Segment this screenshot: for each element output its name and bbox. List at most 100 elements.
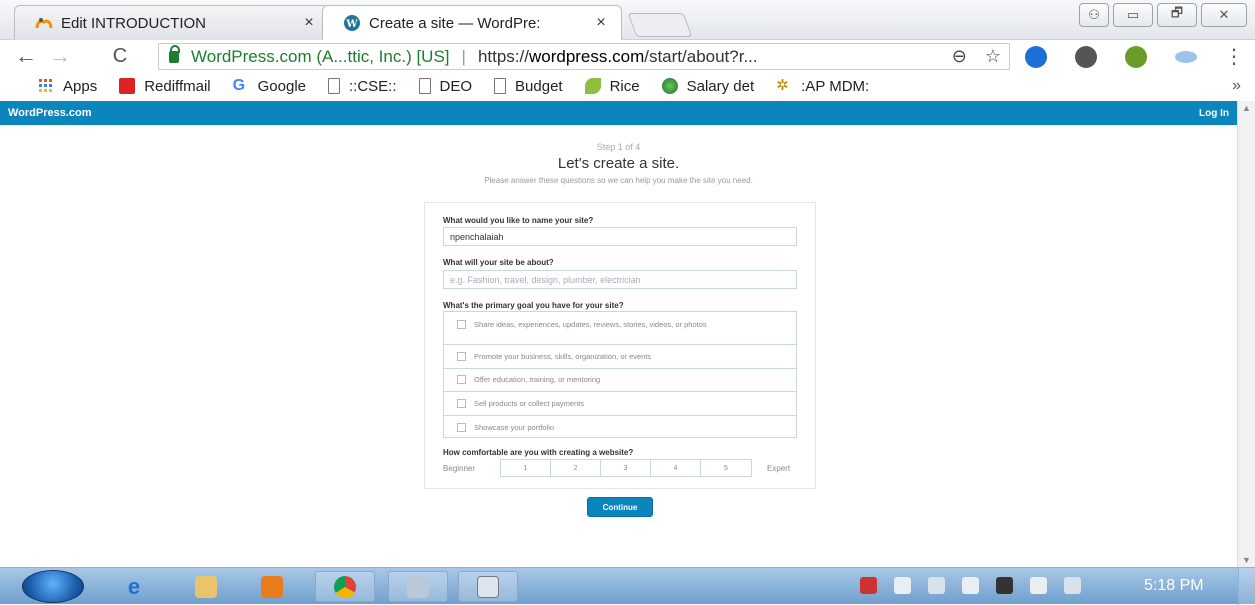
forward-button[interactable]: →	[48, 43, 72, 68]
chrome-icon	[334, 575, 356, 598]
taskbar-app2[interactable]	[458, 571, 518, 602]
svg-text:W: W	[345, 19, 358, 30]
taskbar-media[interactable]	[242, 571, 302, 602]
site-name-input[interactable]: npenchalaiah	[443, 227, 797, 246]
goal-option[interactable]: Sell products or collect payments	[444, 392, 796, 416]
tab-close-icon[interactable]: ×	[591, 14, 611, 32]
continue-button[interactable]: Continue	[587, 497, 653, 517]
bookmark-rediffmail[interactable]: Rediffmail	[119, 78, 211, 95]
moodle-icon	[35, 18, 53, 29]
goal-label: Sell products or collect payments	[474, 398, 585, 408]
gear-icon: ✲	[776, 77, 789, 94]
taskbar-chrome[interactable]	[315, 571, 375, 602]
treasury-icon	[661, 78, 678, 94]
wp-brand-link[interactable]: WordPress.com	[8, 107, 92, 119]
page-icon	[494, 78, 507, 94]
tray-app-icon[interactable]	[860, 577, 877, 594]
goal-option[interactable]: Showcase your portfolio	[444, 416, 796, 440]
volume-icon[interactable]	[962, 577, 979, 594]
bookmark-google[interactable]: G Google	[233, 78, 306, 95]
scale-option-3[interactable]: 3	[601, 460, 651, 476]
taskbar-ie[interactable]: e	[104, 571, 164, 602]
taskbar-clock[interactable]: 5:18 PM	[1144, 577, 1204, 595]
bookmark-label: Salary det	[686, 77, 755, 95]
leaf-icon	[584, 78, 601, 94]
goal-option[interactable]: Share ideas, experiences, updates, revie…	[444, 312, 796, 345]
new-tab-button[interactable]	[627, 13, 693, 37]
bookmarks-bar: Apps Rediffmail G Google ::CSE:: DEO Bud…	[0, 72, 1255, 100]
back-button[interactable]: ←	[14, 43, 38, 68]
step-indicator: Step 1 of 4	[596, 142, 641, 152]
bookmark-rice[interactable]: Rice	[584, 77, 640, 95]
network-icon[interactable]	[1064, 577, 1081, 594]
bookmark-label: DEO	[439, 77, 473, 95]
bookmark-deo[interactable]: DEO	[418, 77, 473, 95]
tray-display-icon[interactable]	[928, 577, 945, 594]
goal-checkbox[interactable]	[457, 351, 466, 361]
folder-icon	[195, 575, 217, 598]
goal-option[interactable]: Promote your business, skills, organizat…	[444, 345, 796, 369]
google-icon: G	[232, 77, 246, 94]
page-scrollbar[interactable]: ▲ ▼	[1237, 101, 1255, 567]
minimize-button[interactable]: ▭	[1113, 3, 1153, 27]
page-subtitle: Please answer these questions so we can …	[484, 176, 753, 185]
extension-green-icon[interactable]	[1125, 46, 1147, 68]
url-text: https://wordpress.com/start/about?r...	[477, 46, 758, 66]
goal-label: Offer education, training, or mentoring	[474, 375, 601, 385]
tab-create-a-site[interactable]: W Create a site — WordPre: ×	[322, 5, 622, 40]
goal-checkbox[interactable]	[457, 375, 466, 385]
tab-close-icon[interactable]: ×	[299, 14, 319, 32]
start-button[interactable]	[22, 570, 84, 603]
goal-checkbox[interactable]	[457, 422, 466, 432]
goal-label: Share ideas, experiences, updates, revie…	[474, 320, 707, 329]
site-questions-card: What would you like to name your site? n…	[424, 202, 816, 489]
comfort-scale: Beginner 1 2 3 4 5 Expert	[443, 459, 797, 477]
goal-label: Promote your business, skills, organizat…	[474, 351, 652, 361]
bookmark-label: Rice	[609, 77, 640, 95]
close-window-button[interactable]: ✕	[1201, 3, 1247, 27]
bookmark-star-icon[interactable]: ☆	[985, 46, 1001, 67]
maximize-button[interactable]: 🗗	[1157, 3, 1197, 27]
taskbar-app[interactable]	[388, 571, 448, 602]
extension-sync-icon[interactable]	[1025, 46, 1047, 68]
extension-lock-icon[interactable]	[1075, 46, 1097, 68]
user-profile-button[interactable]: ⚇	[1079, 3, 1109, 27]
goal-checkbox[interactable]	[457, 320, 466, 329]
rediff-icon	[119, 78, 136, 94]
tray-monitor-icon[interactable]	[996, 577, 1013, 594]
bookmark-label: Google	[257, 77, 306, 95]
bookmark-cse[interactable]: ::CSE::	[328, 78, 397, 95]
tab-edit-introduction[interactable]: Edit INTRODUCTION ×	[14, 5, 330, 40]
scale-option-2[interactable]: 2	[551, 460, 601, 476]
bookmark-apps[interactable]: Apps	[38, 78, 97, 95]
taskbar-explorer[interactable]	[176, 571, 236, 602]
bookmark-label: Apps	[63, 77, 98, 95]
goal-option[interactable]: Offer education, training, or mentoring	[444, 369, 796, 392]
internet-explorer-icon: e	[127, 573, 141, 599]
login-link[interactable]: Log In	[1199, 108, 1229, 119]
scale-option-4[interactable]: 4	[651, 460, 701, 476]
speaker-icon[interactable]	[1030, 577, 1047, 594]
chrome-menu-button[interactable]: ⋮	[1222, 44, 1246, 68]
tray-flag-icon[interactable]	[894, 577, 911, 594]
bookmark-label: Budget	[515, 77, 563, 95]
bookmark-salary-det[interactable]: Salary det	[661, 77, 755, 95]
scroll-down-arrow-icon[interactable]: ▼	[1242, 555, 1251, 565]
site-topic-input[interactable]: e.g. Fashion, travel, design, plumber, e…	[443, 270, 797, 289]
bookmarks-overflow-button[interactable]: »	[1232, 77, 1241, 95]
goal-options: Share ideas, experiences, updates, revie…	[443, 311, 797, 438]
separator: |	[461, 46, 466, 66]
site-topic-label: What will your site be about?	[443, 258, 554, 267]
page-icon	[418, 78, 431, 94]
bookmark-ap-mdm[interactable]: ✲ :AP MDM:	[776, 78, 869, 95]
scale-option-5[interactable]: 5	[701, 460, 751, 476]
scroll-up-arrow-icon[interactable]: ▲	[1242, 103, 1251, 113]
bookmark-budget[interactable]: Budget	[494, 78, 563, 95]
address-bar[interactable]: WordPress.com (A...ttic, Inc.) [US] | ht…	[158, 43, 1010, 70]
zoom-icon[interactable]: ⊖	[952, 46, 967, 67]
goal-checkbox[interactable]	[457, 398, 466, 408]
show-desktop-button[interactable]	[1238, 568, 1255, 605]
scale-option-1[interactable]: 1	[501, 460, 551, 476]
reload-button[interactable]: C	[108, 44, 132, 68]
extension-blue-icon[interactable]	[1175, 51, 1197, 63]
